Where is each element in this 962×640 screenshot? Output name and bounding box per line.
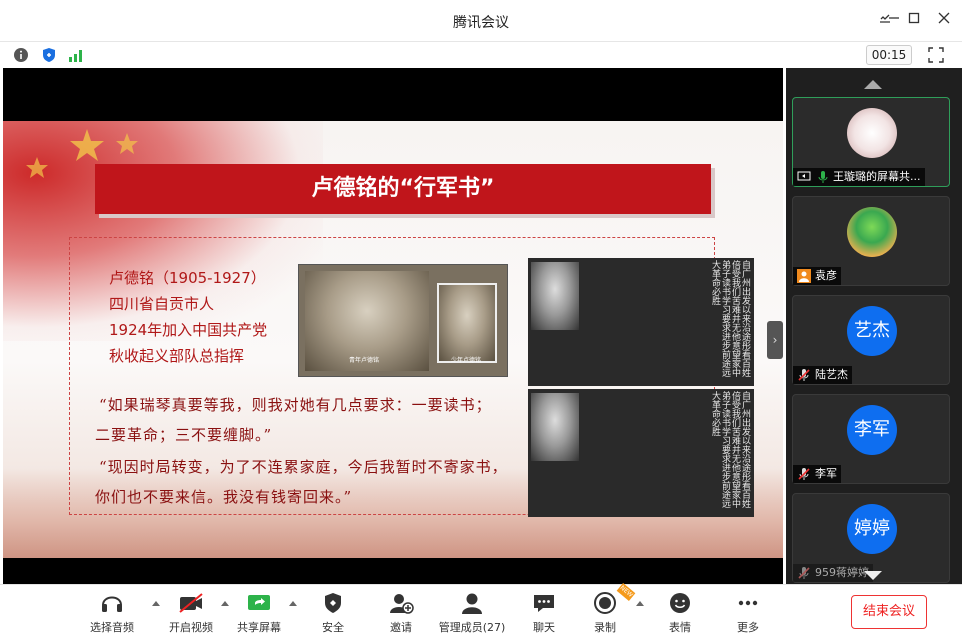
security-button[interactable]: 安全 xyxy=(298,591,368,635)
portrait-photos: 青年卢德铭 少年卢德铭 xyxy=(298,264,508,377)
mic-on-icon xyxy=(818,171,828,183)
fullscreen-icon[interactable] xyxy=(928,47,944,63)
invite-icon xyxy=(390,594,414,614)
bio-line: 1924年加入中国共产党 xyxy=(109,321,268,339)
quote-line: “如果瑞琴真要等我，则我对她有几点要求：一要读书； xyxy=(99,396,492,414)
more-button[interactable]: 更多 xyxy=(713,591,783,635)
quote-line: 二要革命；三不要缠脚。” xyxy=(95,426,273,444)
window-title: 腾讯会议 xyxy=(453,15,509,31)
chat-icon xyxy=(534,595,554,612)
camera-off-icon xyxy=(179,593,203,613)
more-icon xyxy=(738,600,758,606)
audio-button[interactable]: 选择音频 xyxy=(77,591,147,635)
info-icon[interactable] xyxy=(13,47,29,63)
participant-tile[interactable]: 袁彦 xyxy=(792,196,950,286)
maximize-icon[interactable] xyxy=(903,10,925,32)
photo-caption: 青年卢德铭 xyxy=(349,357,380,364)
headset-icon xyxy=(102,596,122,612)
shared-screen: 卢德铭的“行军书” 卢德铭（1905-1927） 四川省自贡市人 1924年加入… xyxy=(3,68,783,584)
participant-tile[interactable]: 李军 李军 xyxy=(792,394,950,484)
end-meeting-button[interactable]: 结束会议 xyxy=(851,595,927,629)
portrait-young xyxy=(437,283,497,363)
letter-text: 自广州出发以来沿途彤看百姓倍受我们苦难并无他意望家中弟子读书学习要求进步前途远大… xyxy=(710,260,750,377)
slide-heading: 卢德铭的“行军书” xyxy=(95,164,711,214)
chat-button[interactable]: 聊天 xyxy=(509,591,579,635)
share-screen-button[interactable]: 共享屏幕 xyxy=(224,591,294,635)
mic-muted-icon xyxy=(798,369,810,381)
screen-share-icon xyxy=(797,171,811,181)
share-options-caret[interactable] xyxy=(289,601,297,606)
manage-members-button[interactable]: 管理成员(27) xyxy=(437,591,507,635)
presentation-slide: 卢德铭的“行军书” 卢德铭（1905-1927） 四川省自贡市人 1924年加入… xyxy=(3,121,783,558)
letter-text: 自广州出发以来沿途彤看百姓倍受我们苦难并无他意望家中弟子读书学习要求进步前途远大… xyxy=(710,391,750,508)
user-icon xyxy=(797,269,811,283)
participant-name: 王璇璐的屏幕共... xyxy=(793,168,925,186)
record-icon xyxy=(594,592,616,614)
members-icon xyxy=(462,593,482,614)
participant-name: 袁彦 xyxy=(793,267,841,285)
avatar: 李军 xyxy=(847,405,897,455)
participant-name: 959蒋婷婷 xyxy=(793,564,873,582)
avatar: 婷婷 xyxy=(847,504,897,554)
reactions-button[interactable]: 表情 xyxy=(645,591,715,635)
quote-line: “现因时局转变，为了不连累家庭，今后我暂时不寄家书， xyxy=(99,458,508,476)
avatar xyxy=(847,207,897,257)
participant-name: 李军 xyxy=(793,465,841,483)
record-options-caret[interactable] xyxy=(636,601,644,606)
participant-tile[interactable]: 婷婷 959蒋婷婷 xyxy=(792,493,950,583)
letter-image: 自广州出发以来沿途彤看百姓倍受我们苦难并无他意望家中弟子读书学习要求进步前途远大… xyxy=(528,258,754,386)
letter-portrait xyxy=(531,393,579,461)
letter-image: 自广州出发以来沿途彤看百姓倍受我们苦难并无他意望家中弟子读书学习要求进步前途远大… xyxy=(528,389,754,517)
invite-button[interactable]: 邀请 xyxy=(366,591,436,635)
participant-tile[interactable]: 王璇璐的屏幕共... xyxy=(792,97,950,187)
bio-line: 四川省自贡市人 xyxy=(109,295,215,313)
mic-muted-icon xyxy=(798,468,810,480)
status-bar: 00:15 xyxy=(0,42,962,68)
scroll-up-icon[interactable] xyxy=(864,80,882,89)
participant-name: 陆艺杰 xyxy=(793,366,852,384)
security-shield-icon[interactable] xyxy=(41,47,57,63)
minimize-icon[interactable] xyxy=(883,10,905,32)
participants-panel: 王璇璐的屏幕共... 袁彦 艺杰 陆艺杰 李军 李军 婷婷 959蒋婷婷 xyxy=(786,68,962,584)
meeting-timer: 00:15 xyxy=(866,45,912,65)
shield-icon xyxy=(325,593,341,613)
bio-line: 秋收起义部队总指挥 xyxy=(109,347,245,365)
scroll-down-icon[interactable] xyxy=(864,571,882,580)
avatar xyxy=(847,108,897,158)
bio-line: 卢德铭（1905-1927） xyxy=(109,269,266,287)
share-screen-icon xyxy=(248,595,270,610)
participant-tile[interactable]: 艺杰 陆艺杰 xyxy=(792,295,950,385)
photo-caption: 少年卢德铭 xyxy=(451,357,482,364)
avatar: 艺杰 xyxy=(847,306,897,356)
meeting-toolbar: 选择音频 开启视频 共享屏幕 安全 邀请 管理成员(27) 聊天 录制 NEW … xyxy=(0,583,962,640)
close-icon[interactable] xyxy=(933,10,955,32)
collapse-sidebar-button[interactable]: › xyxy=(767,321,783,359)
letter-portrait xyxy=(531,262,579,330)
quote-line: 你们也不要来信。我没有钱寄回来。” xyxy=(95,488,353,506)
signal-icon[interactable] xyxy=(68,47,84,63)
title-bar: 腾讯会议 xyxy=(0,0,962,42)
mic-muted-icon xyxy=(798,567,810,579)
video-button[interactable]: 开启视频 xyxy=(156,591,226,635)
smile-icon xyxy=(670,593,690,613)
